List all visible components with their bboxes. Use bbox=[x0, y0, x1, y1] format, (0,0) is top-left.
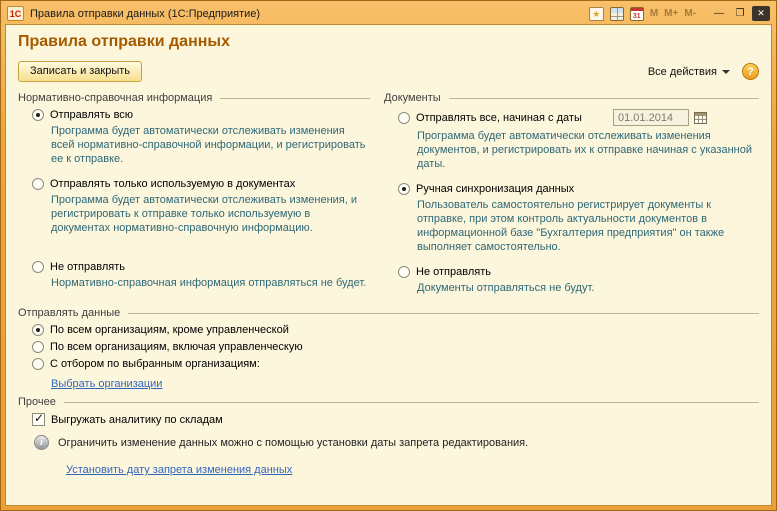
form-body: Правила отправки данных Записать и закры… bbox=[5, 24, 772, 506]
radio-docs-do-not-send[interactable]: Не отправлять bbox=[398, 266, 759, 278]
group-separator-line bbox=[220, 98, 370, 99]
radio-label: Отправлять всю bbox=[50, 109, 133, 121]
option-description: Программа будет автоматически отслеживат… bbox=[51, 193, 370, 253]
group-header: Прочее bbox=[18, 396, 759, 408]
radio-docs-manual-sync[interactable]: Ручная синхронизация данных bbox=[398, 183, 759, 195]
info-icon: i bbox=[34, 435, 49, 450]
radio-icon bbox=[32, 109, 44, 121]
all-actions-label: Все действия bbox=[648, 66, 717, 78]
radio-label: Отправлять все, начиная с даты bbox=[416, 112, 582, 124]
checkbox-icon bbox=[32, 413, 45, 426]
checkbox-label: Выгружать аналитику по складам bbox=[51, 414, 223, 426]
radio-nsi-do-not-send[interactable]: Не отправлять bbox=[32, 261, 370, 273]
top-groups: Нормативно-справочная информация Отправл… bbox=[18, 88, 759, 303]
radio-icon bbox=[398, 112, 410, 124]
group-header: Отправлять данные bbox=[18, 307, 759, 319]
save-close-button[interactable]: Записать и закрыть bbox=[18, 61, 142, 82]
radio-icon bbox=[32, 341, 44, 353]
calendar-grid-icon bbox=[694, 112, 707, 124]
group-reference-info: Нормативно-справочная информация Отправл… bbox=[18, 88, 370, 303]
help-button[interactable]: ? bbox=[742, 63, 759, 80]
radio-icon bbox=[32, 324, 44, 336]
memory-m-plus-icon[interactable]: М+ bbox=[664, 8, 678, 19]
group-title: Отправлять данные bbox=[18, 307, 120, 319]
option-description: Программа будет автоматически отслеживат… bbox=[51, 124, 370, 170]
favorites-icon[interactable]: ★ bbox=[589, 7, 604, 21]
title-bar[interactable]: 1С Правила отправки данных (1С:Предприят… bbox=[5, 1, 772, 24]
radio-selected-orgs[interactable]: С отбором по выбранным организациям: bbox=[32, 358, 759, 370]
window-title: Правила отправки данных (1С:Предприятие) bbox=[30, 8, 260, 20]
radio-icon bbox=[398, 266, 410, 278]
info-text: Ограничить изменение данных можно с помо… bbox=[58, 437, 528, 449]
app-logo-1c[interactable]: 1С bbox=[7, 6, 24, 21]
radio-docs-send-from-date[interactable]: Отправлять все, начиная с даты 01.01.201… bbox=[398, 109, 759, 126]
group-send-data: Отправлять данные По всем организациям, … bbox=[18, 307, 759, 392]
date-field-group: 01.01.2014 bbox=[613, 109, 709, 126]
radio-icon bbox=[32, 178, 44, 190]
radio-all-orgs-except-management[interactable]: По всем организациям, кроме управленческ… bbox=[32, 324, 759, 336]
choose-organizations-link[interactable]: Выбрать организации bbox=[51, 378, 162, 390]
radio-label: С отбором по выбранным организациям: bbox=[50, 358, 260, 370]
group-body: По всем организациям, кроме управленческ… bbox=[18, 324, 759, 392]
radio-label: Не отправлять bbox=[416, 266, 491, 278]
minimize-button[interactable]: — bbox=[710, 6, 728, 21]
group-separator-line bbox=[449, 98, 759, 99]
group-title: Документы bbox=[384, 92, 441, 104]
option-description: Программа будет автоматически отслеживат… bbox=[417, 129, 757, 175]
radio-icon bbox=[398, 183, 410, 195]
start-date-input[interactable]: 01.01.2014 bbox=[613, 109, 689, 126]
close-button[interactable]: ✕ bbox=[752, 6, 770, 21]
group-body: Выгружать аналитику по складам i Огранич… bbox=[18, 413, 759, 478]
info-row: i Ограничить изменение данных можно с по… bbox=[34, 435, 759, 450]
option-description: Документы отправляться не будут. bbox=[417, 281, 757, 295]
set-edit-ban-date-link[interactable]: Установить дату запрета изменения данных bbox=[66, 464, 292, 476]
radio-label: По всем организациям, включая управленче… bbox=[50, 341, 303, 353]
radio-label: Отправлять только используемую в докумен… bbox=[50, 178, 295, 190]
chevron-down-icon bbox=[722, 70, 730, 74]
group-separator-line bbox=[64, 402, 759, 403]
group-body: Отправлять всю Программа будет автоматич… bbox=[18, 109, 370, 290]
date-picker-button[interactable] bbox=[691, 109, 709, 126]
option-description: Нормативно-справочная информация отправл… bbox=[51, 276, 370, 290]
group-title: Прочее bbox=[18, 396, 56, 408]
group-body: Отправлять все, начиная с даты 01.01.201… bbox=[384, 109, 759, 295]
radio-nsi-send-all[interactable]: Отправлять всю bbox=[32, 109, 370, 121]
memory-m-minus-icon[interactable]: М- bbox=[684, 8, 696, 19]
group-header: Документы bbox=[384, 92, 759, 104]
radio-all-orgs-including-management[interactable]: По всем организациям, включая управленче… bbox=[32, 341, 759, 353]
radio-icon bbox=[32, 261, 44, 273]
calendar-day-label: 31 bbox=[633, 13, 641, 20]
all-actions-button[interactable]: Все действия bbox=[648, 66, 730, 78]
group-documents: Документы Отправлять все, начиная с даты… bbox=[384, 88, 759, 303]
group-title: Нормативно-справочная информация bbox=[18, 92, 212, 104]
radio-label: По всем организациям, кроме управленческ… bbox=[50, 324, 289, 336]
checkbox-export-warehouse-analytics[interactable]: Выгружать аналитику по складам bbox=[32, 413, 759, 426]
radio-label: Не отправлять bbox=[50, 261, 125, 273]
page-title: Правила отправки данных bbox=[18, 33, 759, 51]
calendar-icon[interactable]: 31 bbox=[630, 7, 644, 21]
group-header: Нормативно-справочная информация bbox=[18, 92, 370, 104]
command-bar: Записать и закрыть Все действия ? bbox=[18, 61, 759, 82]
radio-label: Ручная синхронизация данных bbox=[416, 183, 574, 195]
maximize-button[interactable]: ❐ bbox=[731, 6, 749, 21]
radio-nsi-send-used-only[interactable]: Отправлять только используемую в докумен… bbox=[32, 178, 370, 190]
group-other: Прочее Выгружать аналитику по складам i … bbox=[18, 396, 759, 478]
option-description: Пользователь самостоятельно регистрирует… bbox=[417, 198, 757, 258]
memory-m-icon[interactable]: М bbox=[650, 8, 658, 19]
radio-icon bbox=[32, 358, 44, 370]
app-window: 1С Правила отправки данных (1С:Предприят… bbox=[0, 0, 777, 511]
calculator-icon[interactable] bbox=[610, 7, 624, 21]
group-separator-line bbox=[128, 313, 759, 314]
window-controls: — ❐ ✕ bbox=[710, 6, 770, 21]
